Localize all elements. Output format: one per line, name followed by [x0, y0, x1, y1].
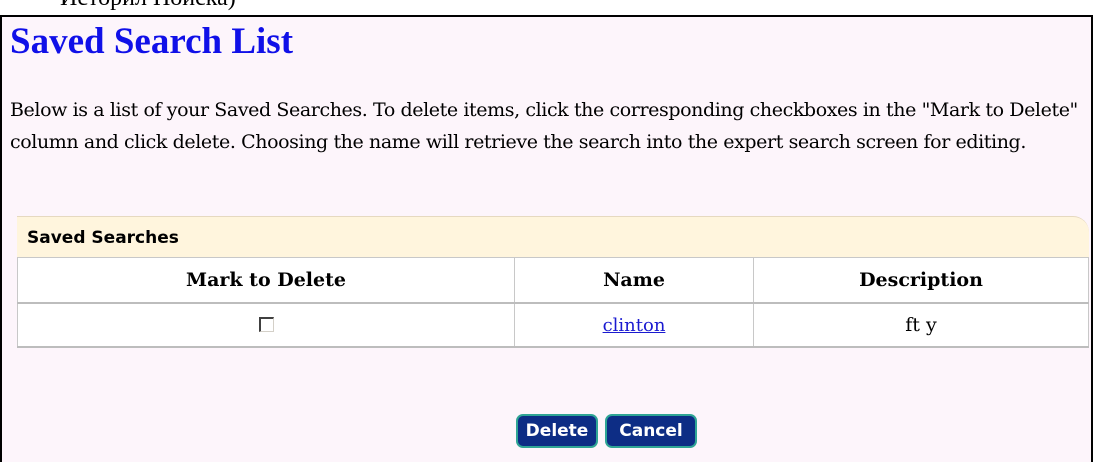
cut-off-heading-text: Историл Поиска): [60, 0, 236, 13]
saved-searches-table: Mark to Delete Name Description clinton …: [17, 257, 1089, 348]
saved-searches-box: Saved Searches Mark to Delete Name Descr…: [17, 216, 1089, 356]
name-cell: clinton: [514, 302, 754, 348]
mark-to-delete-checkbox[interactable]: [258, 316, 274, 332]
table-row: clinton ft y: [17, 302, 1089, 348]
saved-searches-title: Saved Searches: [27, 228, 179, 248]
delete-button[interactable]: Delete: [516, 414, 598, 448]
mark-to-delete-cell: [17, 302, 515, 348]
column-header-description: Description: [753, 257, 1089, 304]
cancel-button[interactable]: Cancel: [605, 414, 697, 448]
table-header-row: Mark to Delete Name Description: [17, 257, 1089, 304]
saved-searches-header: Saved Searches: [17, 216, 1089, 257]
saved-search-name-link[interactable]: clinton: [603, 315, 666, 336]
page-title: Saved Search List: [10, 21, 294, 62]
column-header-name: Name: [514, 257, 754, 304]
description-cell: ft y: [753, 302, 1089, 348]
screen: Историл Поиска) Saved Search List Below …: [0, 0, 1096, 462]
column-header-mark-to-delete: Mark to Delete: [17, 257, 515, 304]
intro-text: Below is a list of your Saved Searches. …: [10, 99, 1078, 153]
